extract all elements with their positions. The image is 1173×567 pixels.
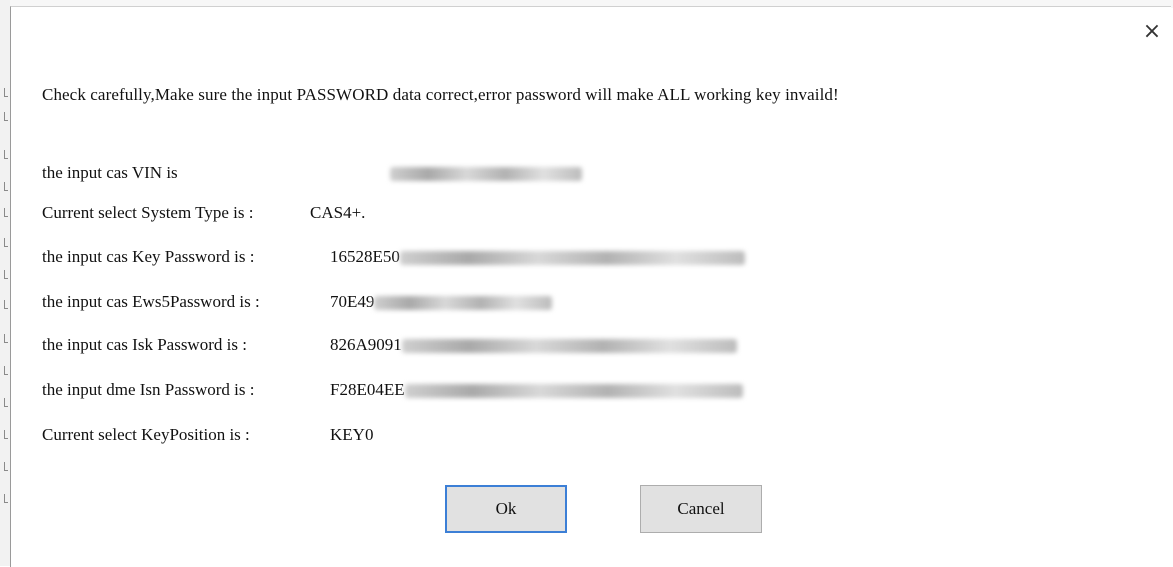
key-password-value: 16528E50 (330, 247, 745, 267)
background-tick (4, 300, 8, 309)
system-type-value: CAS4+. (310, 203, 366, 222)
system-type-label: Current select System Type is : (42, 203, 254, 222)
background-tick (4, 334, 8, 343)
redacted-key-password (399, 251, 745, 266)
background-tick (4, 494, 8, 503)
cancel-button-label: Cancel (677, 499, 725, 518)
background-tick (4, 112, 8, 121)
key-position-row: Current select KeyPosition is : KEY0 (42, 425, 373, 445)
key-position-value: KEY0 (330, 425, 374, 444)
key-password-visible: 16528E50 (330, 247, 400, 266)
isk-password-visible: 826A9091 (330, 335, 402, 354)
isk-password-label: the input cas Isk Password is : (42, 335, 247, 354)
ews5-password-label: the input cas Ews5Password is : (42, 292, 260, 311)
redacted-isn-password (404, 384, 743, 399)
isn-password-row: the input dme Isn Password is : F28E04EE (42, 380, 743, 400)
close-icon[interactable]: × (1139, 19, 1165, 45)
background-tick (4, 238, 8, 247)
background-tick (4, 366, 8, 375)
background-tick (4, 462, 8, 471)
vin-value (390, 163, 582, 183)
ok-button-label: Ok (495, 499, 517, 518)
key-password-row: the input cas Key Password is : 16528E50 (42, 247, 745, 267)
ews5-password-row: the input cas Ews5Password is : 70E49 (42, 292, 553, 312)
warning-message: Check carefully,Make sure the input PASS… (42, 85, 839, 104)
background-window-edge (0, 0, 10, 566)
background-tick (4, 398, 8, 407)
ews5-password-visible: 70E49 (330, 292, 375, 311)
isn-password-value: F28E04EE (330, 380, 743, 400)
ok-button[interactable]: Ok (445, 485, 567, 533)
background-tick (4, 150, 8, 159)
background-tick (4, 270, 8, 279)
key-position-label: Current select KeyPosition is : (42, 425, 250, 444)
ews5-password-value: 70E49 (330, 292, 553, 312)
vin-label: the input cas VIN is (42, 163, 178, 182)
redacted-isk-password (401, 339, 737, 354)
cancel-button[interactable]: Cancel (640, 485, 762, 533)
background-tick (4, 182, 8, 191)
redacted-vin (390, 167, 582, 182)
vin-row: the input cas VIN is (42, 163, 582, 183)
background-tick (4, 88, 8, 97)
system-type-row: Current select System Type is : CAS4+. (42, 203, 365, 223)
key-password-label: the input cas Key Password is : (42, 247, 255, 266)
background-tick (4, 430, 8, 439)
redacted-ews5-password (374, 296, 553, 311)
isn-password-label: the input dme Isn Password is : (42, 380, 255, 399)
background-tick (4, 208, 8, 217)
isn-password-visible: F28E04EE (330, 380, 405, 399)
isk-password-row: the input cas Isk Password is : 826A9091 (42, 335, 737, 355)
isk-password-value: 826A9091 (330, 335, 737, 355)
